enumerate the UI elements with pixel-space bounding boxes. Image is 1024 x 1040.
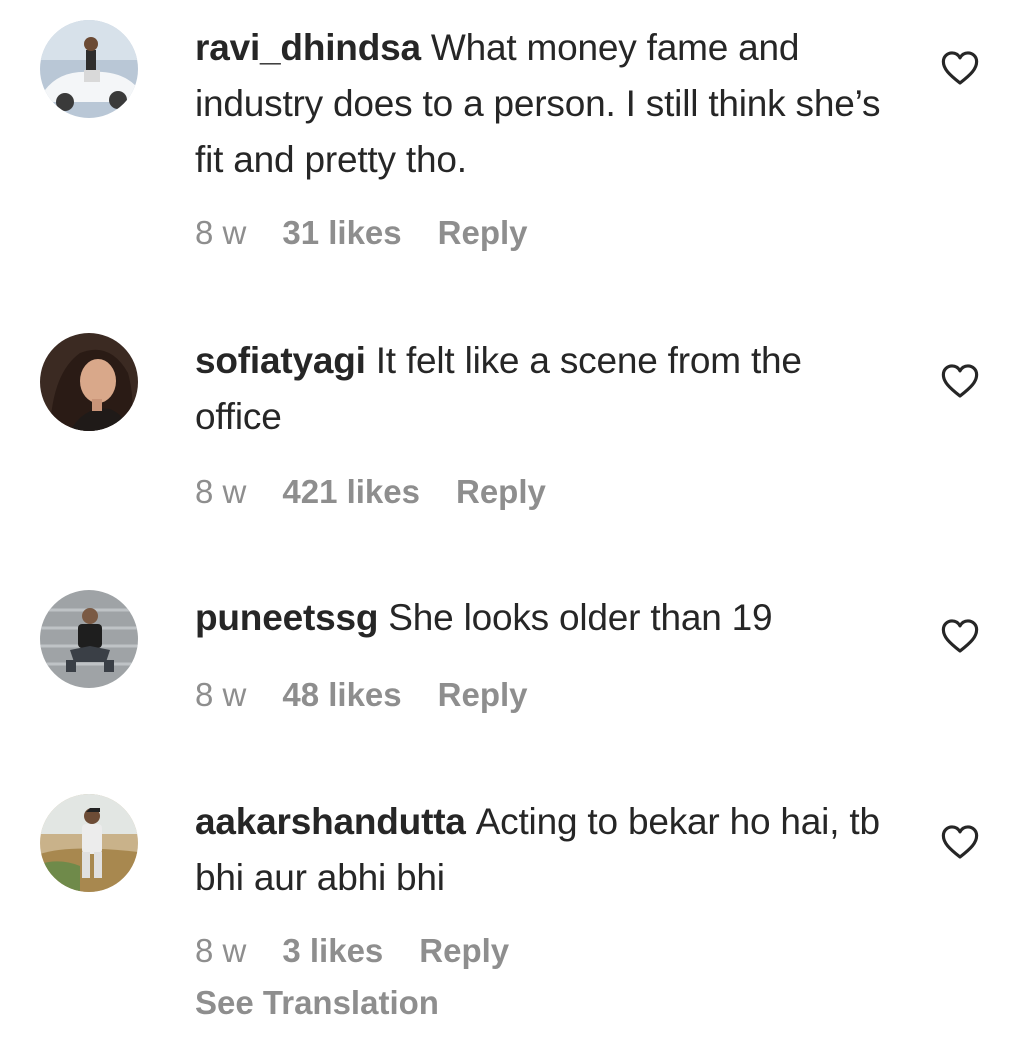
heart-outline-icon[interactable] [941, 824, 979, 860]
reply-button[interactable]: Reply [438, 676, 528, 713]
heart-outline-icon[interactable] [941, 50, 979, 86]
comment-item: aakarshandutta Acting to bekar ho hai, tb… [0, 794, 1024, 1034]
see-translation-link[interactable]: See Translation [195, 984, 439, 1022]
comment-likes[interactable]: 31 likes [282, 214, 401, 251]
comment-body: ravi_dhindsa What money fame and industry… [195, 20, 885, 188]
avatar[interactable] [40, 590, 138, 688]
heart-outline-icon[interactable] [941, 618, 979, 654]
comment-body: puneetssg She looks older than 19 [195, 590, 885, 646]
comment-time: 8 w [195, 676, 247, 713]
comment-username[interactable]: ravi_dhindsa [195, 27, 421, 68]
comment-meta: 8 w 31 likes Reply [195, 214, 564, 252]
comment-time: 8 w [195, 932, 247, 969]
comment-likes[interactable]: 3 likes [282, 932, 383, 969]
comment-username[interactable]: sofiatyagi [195, 340, 366, 381]
reply-button[interactable]: Reply [456, 473, 546, 510]
comment-meta: 8 w 3 likes Reply [195, 932, 545, 970]
avatar[interactable] [40, 333, 138, 431]
comment-body: aakarshandutta Acting to bekar ho hai, tb… [195, 794, 885, 906]
comment-username[interactable]: puneetssg [195, 597, 378, 638]
comment-meta: 8 w 48 likes Reply [195, 676, 564, 714]
comment-item: ravi_dhindsa What money fame and industry… [0, 20, 1024, 270]
comment-time: 8 w [195, 214, 247, 251]
avatar[interactable] [40, 794, 138, 892]
comment-body: sofiatyagi It felt like a scene from the … [195, 333, 885, 445]
avatar[interactable] [40, 20, 138, 118]
comment-likes[interactable]: 48 likes [282, 676, 401, 713]
comment-likes[interactable]: 421 likes [282, 473, 420, 510]
comment-item: sofiatyagi It felt like a scene from the … [0, 333, 1024, 533]
comment-time: 8 w [195, 473, 247, 510]
comment-username[interactable]: aakarshandutta [195, 801, 466, 842]
reply-button[interactable]: Reply [438, 214, 528, 251]
reply-button[interactable]: Reply [419, 932, 509, 969]
heart-outline-icon[interactable] [941, 363, 979, 399]
comment-text: She looks older than 19 [388, 597, 773, 638]
comment-meta: 8 w 421 likes Reply [195, 473, 582, 511]
comment-item: puneetssg She looks older than 19 8 w 48 l… [0, 590, 1024, 740]
